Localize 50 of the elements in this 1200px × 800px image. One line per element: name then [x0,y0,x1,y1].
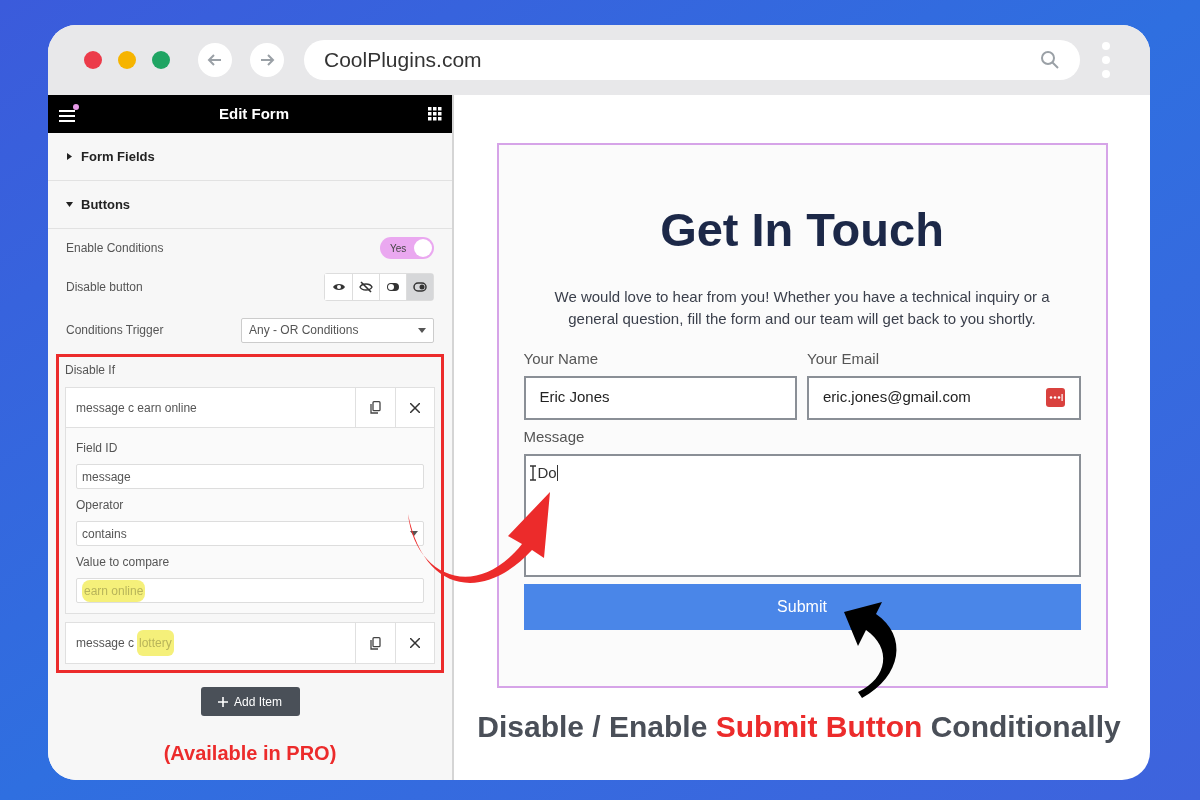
operator-select[interactable]: contains [76,521,424,546]
section-header[interactable]: Form Fields [48,133,452,181]
back-button[interactable] [198,43,232,77]
setting-label: Conditions Trigger [66,322,164,339]
field-label: Operator [76,497,125,514]
copy-icon [370,636,381,650]
field-label: Field ID [76,440,119,457]
caption-highlight: Submit Button [715,710,923,743]
eye-slash-icon [359,281,373,293]
caret-icon [66,201,73,208]
textarea-field[interactable]: Do [523,454,1081,577]
close-icon [410,402,420,413]
password-manager-icon[interactable] [1045,388,1065,407]
panel-title: Edit Form [218,103,290,124]
close-icon [410,638,420,648]
forward-button[interactable] [250,43,284,77]
form-heading: Get In Touch [660,202,944,258]
submit-button[interactable]: Submit [523,584,1081,630]
add-item-button[interactable]: Add Item [200,687,300,716]
input-field[interactable]: eric.jones@gmail.com [807,375,1081,420]
text-cursor-icon [528,465,537,481]
setting-label: Enable Conditions [66,240,164,257]
toggle-switch[interactable]: Yes [380,237,434,259]
copy-icon [370,401,381,414]
toggle-right-icon [413,281,427,293]
toggle-left-icon [386,281,400,293]
address-bar[interactable]: CoolPlugins.com [304,40,1080,80]
pro-note: (Available in PRO) [163,741,337,766]
field-label: Message [523,426,586,447]
caption-text: Disable / Enable [477,710,708,743]
apps-grid-icon[interactable] [428,107,442,121]
trigger-select[interactable]: Any - OR Conditions [241,317,434,343]
input-field[interactable]: Eric Jones [523,375,797,420]
section-header[interactable]: Buttons [48,181,452,229]
repeater-item-title[interactable]: message c earn online [66,388,355,427]
dropdown-caret-icon [418,327,426,333]
field-label: Your Email [807,348,880,369]
setting-label: Disable button [66,279,143,296]
setting-label: Disable If [65,362,117,379]
input-field[interactable]: message [76,464,424,489]
field-label: Value to compare [76,554,171,571]
plus-icon [218,696,228,707]
form-intro: We would love to hear from you! Whether you have a technical inquiry or a general question, fill the form and our team will get back to you shortly. [553,286,1051,329]
search-icon[interactable] [1040,50,1060,70]
menu-icon[interactable] [58,104,80,124]
display-option-button[interactable] [406,274,433,300]
field-label: Your Name [523,348,599,369]
caret-icon [66,153,73,160]
caption-text: Conditionally [930,710,1121,743]
eye-icon [331,281,346,293]
